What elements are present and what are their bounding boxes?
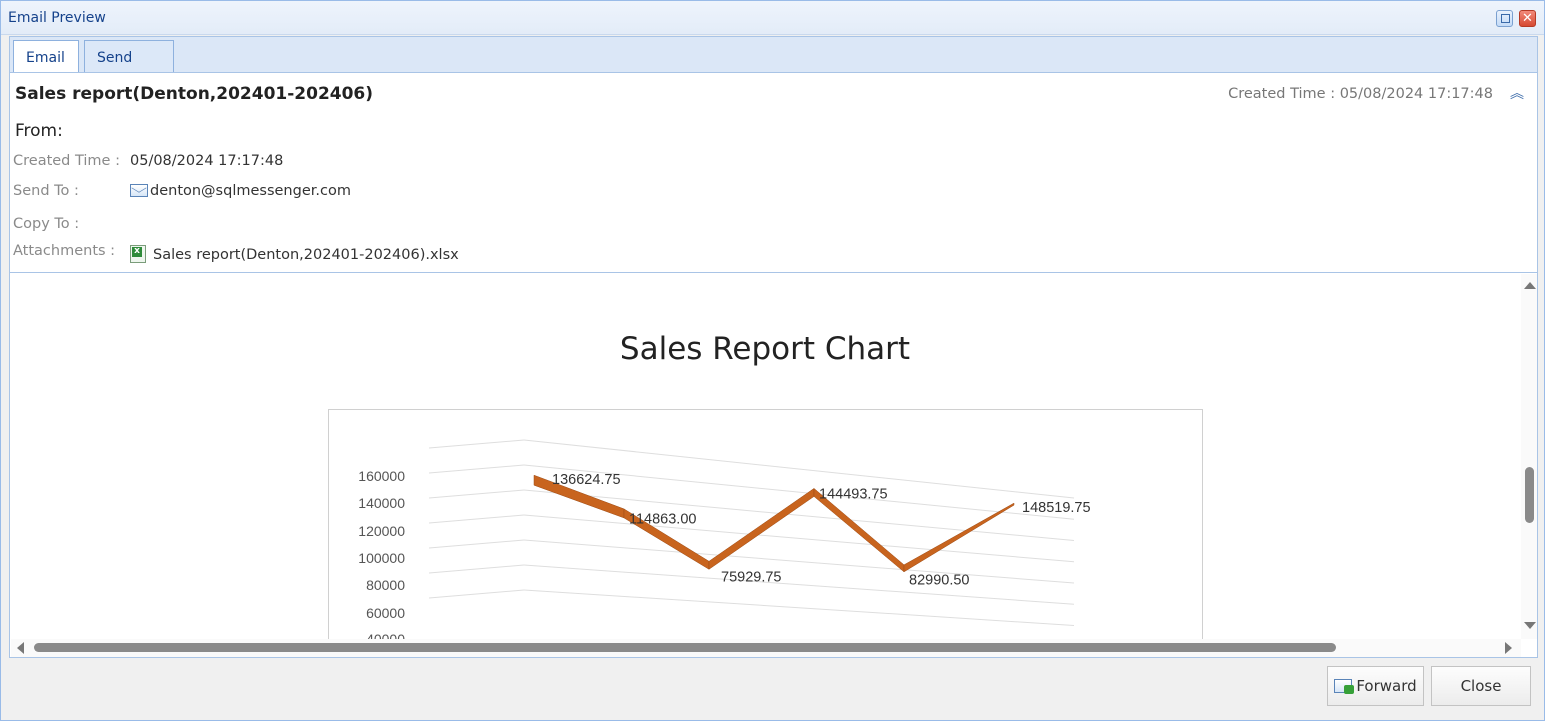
- forward-label: Forward: [1356, 677, 1417, 695]
- y-tick-label: 160000: [358, 468, 405, 484]
- forward-button[interactable]: Forward: [1327, 666, 1424, 706]
- close-window-icon[interactable]: ✕: [1519, 10, 1536, 27]
- gridline: [523, 514, 1075, 563]
- title-bar: Email Preview ✕: [1, 1, 1544, 35]
- close-button[interactable]: Close: [1431, 666, 1531, 706]
- y-tick-label: 80000: [366, 577, 405, 593]
- scroll-left-icon[interactable]: [17, 642, 24, 654]
- created-time-header: Created Time : 05/08/2024 17:17:48: [1228, 86, 1493, 102]
- gridline: [523, 439, 1075, 499]
- email-subject: Sales report(Denton,202401-202406): [15, 84, 374, 104]
- double-chevron-up-icon[interactable]: ︽: [1510, 83, 1524, 103]
- send-to-label: Send To :: [13, 183, 79, 199]
- gridline-left: [428, 489, 525, 499]
- attachment-name: Sales report(Denton,202401-202406).xlsx: [153, 247, 459, 263]
- gridline: [523, 489, 1075, 541]
- data-label: 144493.75: [819, 486, 888, 502]
- from-label: From:: [15, 121, 63, 141]
- scroll-up-icon[interactable]: [1524, 282, 1536, 289]
- data-label: 114863.00: [629, 511, 696, 527]
- tab-email[interactable]: Email: [13, 40, 79, 75]
- y-tick-label: 140000: [358, 495, 405, 511]
- email-body-preview: Sales Report Chart 160000 140000 120000 100…: [11, 274, 1519, 639]
- y-tick-label: 60000: [366, 605, 405, 621]
- data-label: 148519.75: [1022, 500, 1091, 516]
- forward-mail-icon: [1334, 679, 1355, 694]
- chart-svg: 160000140000120000100000800006000040000 …: [358, 439, 1091, 639]
- gridline-left: [428, 514, 525, 524]
- gridline: [523, 589, 1075, 626]
- data-labels: 136624.75 114863.00 75929.75 144493.75 82990…: [552, 472, 1091, 588]
- gridline-left: [428, 589, 525, 599]
- y-tick-label: 120000: [358, 523, 405, 539]
- data-label: 75929.75: [721, 569, 781, 585]
- data-label: 136624.75: [552, 472, 621, 488]
- send-to-value[interactable]: denton@sqlmessenger.com: [130, 183, 351, 199]
- vertical-scrollbar[interactable]: [1521, 274, 1537, 639]
- gridline-left: [428, 464, 525, 474]
- chart-frame: 160000140000120000100000800006000040000 …: [328, 409, 1203, 639]
- envelope-icon: [130, 184, 148, 197]
- scroll-right-icon[interactable]: [1505, 642, 1512, 654]
- gridline-left: [428, 439, 525, 449]
- email-content: Sales report(Denton,202401-202406) Creat…: [9, 72, 1538, 658]
- scroll-down-icon[interactable]: [1524, 622, 1536, 629]
- attachment-link[interactable]: Sales report(Denton,202401-202406).xlsx: [130, 245, 459, 263]
- attachments-label: Attachments :: [13, 243, 116, 259]
- gridline: [523, 564, 1075, 605]
- horizontal-scroll-thumb[interactable]: [34, 643, 1336, 652]
- series-segment: [708, 487, 815, 570]
- data-label: 82990.50: [909, 572, 969, 588]
- email-preview-window: Email Preview ✕ Email Send Log Sales rep…: [0, 0, 1545, 721]
- tab-send-log[interactable]: Send Log: [84, 40, 174, 100]
- y-axis-ticks: 160000 140000 120000 100000 80000 60000 40000: [358, 468, 405, 639]
- excel-file-icon: [130, 245, 146, 263]
- series-segment: [903, 502, 1015, 573]
- header-divider: [10, 272, 1537, 273]
- chart-title: Sales Report Chart: [619, 331, 911, 367]
- created-time-label: Created Time :: [13, 153, 120, 169]
- y-tick-label: 40000: [366, 631, 405, 639]
- gridline: [523, 539, 1075, 584]
- copy-to-label: Copy To :: [13, 216, 80, 232]
- vertical-scroll-thumb[interactable]: [1525, 467, 1534, 523]
- send-to-address: denton@sqlmessenger.com: [150, 183, 351, 199]
- window-title: Email Preview: [8, 10, 106, 26]
- tab-bar: Email Send Log: [9, 36, 1538, 100]
- restore-icon[interactable]: [1496, 10, 1513, 27]
- y-tick-label: 100000: [358, 550, 405, 566]
- horizontal-scrollbar[interactable]: [11, 639, 1521, 657]
- gridline-left: [428, 564, 525, 574]
- created-time-value: 05/08/2024 17:17:48: [130, 153, 284, 169]
- gridline-left: [428, 539, 525, 549]
